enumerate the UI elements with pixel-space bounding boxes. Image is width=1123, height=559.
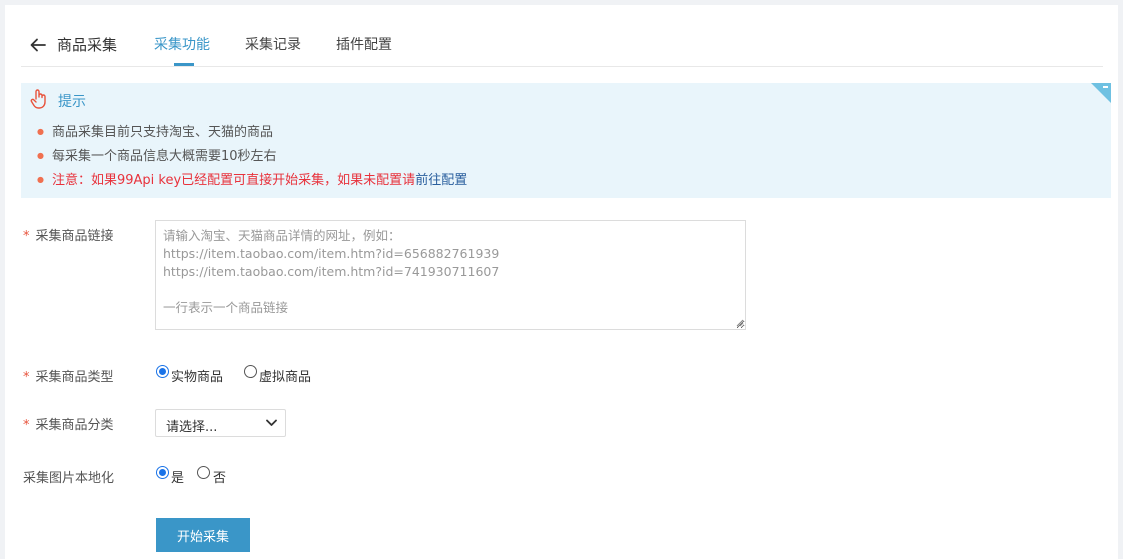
category-select[interactable]: 请选择... <box>155 409 286 437</box>
page-title: 商品采集 <box>57 36 118 54</box>
tip-box: 提示 ● 商品采集目前只支持淘宝、天猫的商品 ● 每采集一个商品信息大概需要10秒左… <box>21 83 1111 198</box>
tip-line: ● 商品采集目前只支持淘宝、天猫的商品 <box>37 121 273 140</box>
radio-localize-yes-label[interactable]: 是 <box>171 467 184 486</box>
required-mark: * <box>23 370 30 385</box>
radio-physical-goods-label[interactable]: 实物商品 <box>171 366 223 385</box>
main-panel: 商品采集 采集功能 采集记录 插件配置 提示 ● 商品采集目前只支持淘宝、天猫的商… <box>5 5 1118 559</box>
bullet-icon: ● <box>37 151 44 160</box>
hand-pointer-icon <box>30 89 46 109</box>
category-field-label: * 采集商品分类 <box>23 414 114 433</box>
type-field-label: * 采集商品类型 <box>23 366 114 385</box>
radio-localize-no[interactable] <box>197 466 210 479</box>
tip-line: ● 每采集一个商品信息大概需要10秒左右 <box>37 145 277 164</box>
chevron-down-icon <box>266 419 277 426</box>
bullet-icon: ● <box>37 127 44 136</box>
tab-records[interactable]: 采集记录 <box>245 34 301 54</box>
tip-corner-decoration <box>1091 83 1111 103</box>
url-label-text: 采集商品链接 <box>35 229 114 244</box>
type-label-text: 采集商品类型 <box>35 370 114 385</box>
tip-warning-text: 注意：如果99Api key已经配置可直接开始采集，如果未配置请 <box>51 173 416 188</box>
required-mark: * <box>23 229 30 244</box>
radio-virtual-goods[interactable] <box>244 365 257 378</box>
bullet-icon: ● <box>37 175 44 184</box>
resize-grip-icon[interactable] <box>736 319 744 327</box>
category-select-value: 请选择... <box>166 420 218 435</box>
arrow-left-icon[interactable] <box>29 36 47 54</box>
radio-physical-goods[interactable] <box>156 365 169 378</box>
tip-warning-line: ● 注意：如果99Api key已经配置可直接开始采集，如果未配置请前往配置 <box>37 169 467 188</box>
localize-label-text: 采集图片本地化 <box>23 471 115 486</box>
radio-virtual-goods-label[interactable]: 虚拟商品 <box>259 366 311 385</box>
start-collect-button[interactable]: 开始采集 <box>156 518 250 552</box>
localize-field-label: 采集图片本地化 <box>23 467 114 486</box>
radio-localize-yes[interactable] <box>156 466 169 479</box>
category-label-text: 采集商品分类 <box>35 418 114 433</box>
goto-config-link[interactable]: 前往配置 <box>415 173 467 188</box>
required-mark: * <box>23 418 30 433</box>
radio-localize-no-label[interactable]: 否 <box>213 467 226 486</box>
tip-line-text: 每采集一个商品信息大概需要10秒左右 <box>51 149 277 164</box>
tab-collect[interactable]: 采集功能 <box>154 34 210 54</box>
page-header: 商品采集 采集功能 采集记录 插件配置 <box>21 25 1103 67</box>
tab-plugin-config[interactable]: 插件配置 <box>336 34 392 54</box>
product-url-input[interactable] <box>155 220 746 330</box>
tip-line-text: 商品采集目前只支持淘宝、天猫的商品 <box>51 125 273 140</box>
url-field-label: * 采集商品链接 <box>23 225 114 244</box>
tip-corner-mark <box>1103 86 1108 88</box>
tip-title: 提示 <box>58 94 86 110</box>
active-tab-indicator <box>174 63 194 66</box>
